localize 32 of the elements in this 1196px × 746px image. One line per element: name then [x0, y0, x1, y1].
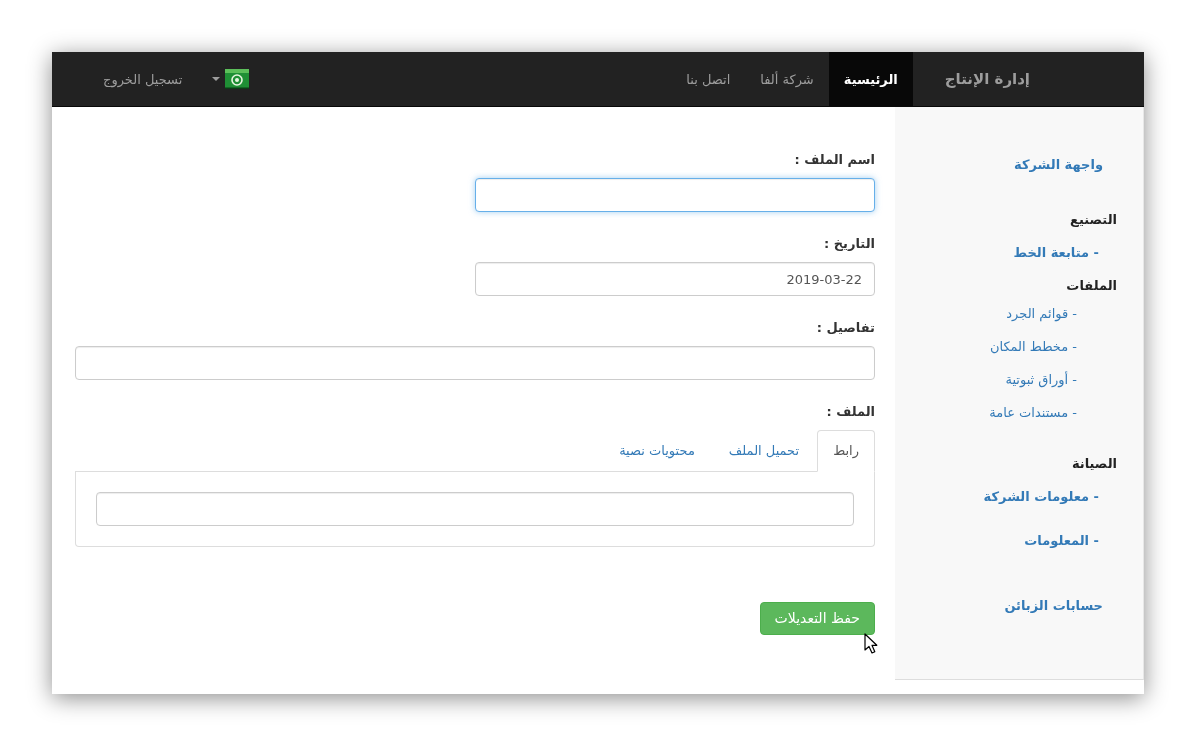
sidebar-link[interactable]: - مستندات عامة [989, 403, 1077, 423]
sidebar-link[interactable]: - متابعة الخط [1013, 243, 1099, 263]
tab[interactable]: محتويات نصية [603, 430, 711, 472]
sidebar-link[interactable]: - قوائم الجرد [1006, 304, 1077, 324]
tab[interactable]: رابط [817, 430, 875, 472]
sidebar-link[interactable]: - المعلومات [1024, 531, 1099, 551]
field-label: اسم الملف : [794, 151, 875, 169]
nav-tab[interactable]: شركة ألفا [745, 52, 829, 106]
sidebar-heading: التصنيع [1070, 211, 1117, 229]
logout-link[interactable]: تسجيل الخروج [88, 52, 198, 106]
field-label: الملف : [826, 403, 875, 421]
tab[interactable]: تحميل الملف [712, 430, 816, 472]
save-button[interactable]: حفظ التعديلات [759, 602, 875, 635]
nav-tab[interactable]: اتصل بنا [671, 52, 746, 106]
nav-tab[interactable]: الرئيسية [828, 52, 913, 106]
sidebar-heading: الصيانة [1071, 455, 1117, 473]
cursor-icon [864, 633, 878, 654]
caret-icon[interactable] [212, 77, 221, 81]
field-label: تفاصيل : [816, 319, 875, 337]
brand-link[interactable]: إدارة الإنتاج [929, 52, 1045, 106]
flag-icon[interactable] [225, 69, 250, 89]
field-label: التاريخ : [824, 235, 875, 253]
sidebar-link[interactable]: واجهة الشركة [1014, 155, 1103, 175]
sidebar-link[interactable]: - مخطط المكان [989, 337, 1077, 357]
sidebar-heading: الملفات [1066, 277, 1117, 295]
input-field[interactable] [75, 346, 875, 380]
input-field[interactable] [475, 178, 875, 212]
sidebar-link[interactable]: حسابات الزبائن [1004, 596, 1103, 616]
sidebar-link[interactable]: - معلومات الشركة [983, 487, 1099, 507]
input-field[interactable]: 2019-03-22 [475, 262, 875, 296]
sidebar-link[interactable]: - أوراق ثبوتية [1005, 370, 1077, 390]
input-field[interactable] [96, 492, 854, 526]
